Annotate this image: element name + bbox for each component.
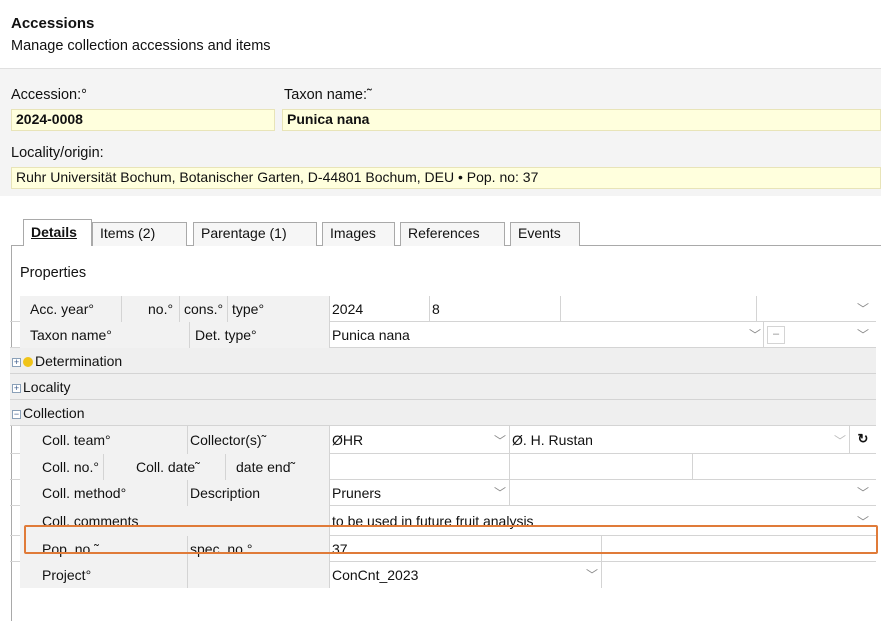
coll-method-select[interactable]: Pruners [330, 480, 510, 506]
section-locality-label: Locality [23, 379, 71, 395]
row-coll-no: Coll. no.° Coll. date˜ date end˜ [10, 454, 876, 480]
acc-no-field[interactable]: 8 [430, 296, 561, 322]
coll-no-label: Coll. no.° [20, 454, 104, 480]
accession-field[interactable]: 2024-0008 [11, 109, 275, 131]
tab-items-label: Items (2) [100, 225, 156, 241]
chevron-down-icon[interactable]: ﹀ [857, 484, 869, 501]
tab-parentage-label: Parentage (1) [201, 225, 287, 241]
chevron-down-icon[interactable]: ﹀ [586, 566, 598, 583]
acc-no-label: no.° [122, 296, 180, 322]
tab-references-label: References [408, 225, 480, 241]
taxon-dropdown[interactable]: ﹀ [745, 322, 765, 348]
description-label: Description [188, 480, 330, 506]
det-type-select[interactable]: ﹀ [788, 322, 876, 348]
refresh-icon[interactable]: ↻ [850, 426, 876, 454]
tab-events-label: Events [518, 225, 561, 241]
properties-heading: Properties [20, 265, 87, 281]
coll-date-label: Coll. date˜ [104, 454, 226, 480]
tab-images[interactable]: Images [322, 222, 395, 246]
taxon-name-prop-label: Taxon name° [20, 322, 190, 348]
tab-parentage[interactable]: Parentage (1) [193, 222, 317, 246]
minus-expander-icon[interactable]: − [12, 409, 21, 419]
tab-details[interactable]: Details [23, 219, 92, 246]
row-coll-team: Coll. team° Collector(s)˜ ØHR ﹀ Ø. H. Ru… [10, 426, 876, 454]
taxon-name-prop-field[interactable]: Punica nana [330, 322, 764, 348]
accession-label: Accession:° [11, 87, 87, 103]
project-dropdown[interactable]: ﹀ [582, 562, 602, 588]
plus-expander-icon[interactable]: + [12, 383, 21, 393]
tab-details-label: Details [31, 224, 77, 240]
tab-events[interactable]: Events [510, 222, 580, 246]
acc-cons-field[interactable] [561, 296, 757, 322]
coll-no-field[interactable] [330, 454, 510, 480]
coll-team-label: Coll. team° [20, 426, 188, 454]
yellow-status-dot [23, 357, 33, 367]
tab-references[interactable]: References [400, 222, 505, 246]
acc-year-field[interactable]: 2024 [330, 296, 430, 322]
tab-items[interactable]: Items (2) [92, 222, 187, 246]
plus-expander-icon[interactable]: + [12, 357, 21, 367]
project-label: Project° [20, 562, 188, 588]
page-title: Accessions [11, 15, 95, 32]
section-determination-label: Determination [35, 353, 123, 369]
description-field[interactable]: ﹀ [510, 480, 876, 506]
coll-team-dropdown[interactable]: ﹀ [490, 426, 510, 454]
chevron-down-icon[interactable]: ﹀ [857, 326, 869, 343]
date-end-field[interactable] [693, 454, 876, 480]
taxon-name-field[interactable]: Punica nana [282, 109, 881, 131]
coll-method-label: Coll. method° [20, 480, 188, 506]
collectors-dropdown[interactable]: ﹀ [830, 426, 850, 454]
acc-cons-label: cons.° [180, 296, 228, 322]
chevron-down-icon[interactable]: ﹀ [834, 432, 846, 449]
project-extra-field[interactable] [602, 562, 876, 588]
row-acc-year: Acc. year° no.° cons.° type° 2024 8 ﹀ [10, 296, 876, 322]
project-label-blank [188, 562, 330, 588]
acc-type-select[interactable]: ﹀ [757, 296, 876, 322]
coll-method-dropdown[interactable]: ﹀ [490, 480, 510, 506]
project-select[interactable]: ConCnt_2023 [330, 562, 602, 588]
acc-year-label: Acc. year° [20, 296, 122, 322]
acc-type-label: type° [228, 296, 330, 322]
section-collection-label: Collection [23, 405, 85, 421]
date-end-label: date end˜ [226, 454, 330, 480]
row-taxon-name: Taxon name° Det. type° Punica nana ﹀ – ﹀ [10, 322, 876, 348]
locality-field[interactable]: Ruhr Universität Bochum, Botanischer Gar… [11, 167, 881, 189]
collectors-label: Collector(s)˜ [188, 426, 330, 454]
collectors-field[interactable]: Ø. H. Rustan [510, 426, 850, 454]
coll-team-field[interactable]: ØHR [330, 426, 510, 454]
section-collection[interactable]: − Collection [10, 400, 876, 426]
coll-date-field[interactable] [510, 454, 693, 480]
chevron-down-icon[interactable]: ﹀ [494, 432, 506, 449]
det-type-label: Det. type° [190, 322, 330, 348]
page-subtitle: Manage collection accessions and items [11, 38, 271, 54]
tab-images-label: Images [330, 225, 376, 241]
chevron-down-icon[interactable]: ﹀ [749, 326, 761, 343]
chevron-down-icon[interactable]: ﹀ [857, 300, 869, 317]
row-project: Project° ConCnt_2023 ﹀ [10, 562, 876, 588]
chevron-down-icon[interactable]: ﹀ [494, 484, 506, 501]
locality-label: Locality/origin: [11, 145, 104, 161]
section-determination[interactable]: + Determination [10, 348, 876, 374]
highlight-coll-comments [24, 525, 878, 554]
taxon-clear-button[interactable]: – [767, 326, 785, 344]
section-locality[interactable]: + Locality [10, 374, 876, 400]
row-coll-method: Coll. method° Description Pruners ﹀ ﹀ [10, 480, 876, 506]
taxon-name-label: Taxon name:˜ [284, 87, 372, 103]
